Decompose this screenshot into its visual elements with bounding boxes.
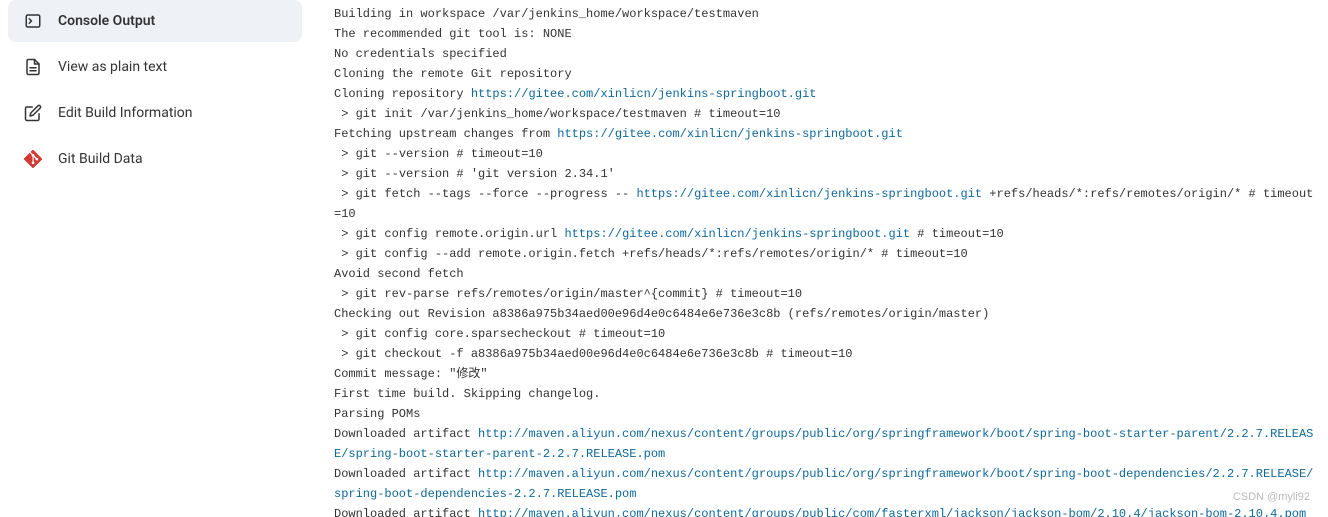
nav-git-build-data[interactable]: Git Build Data: [8, 138, 302, 180]
console-line: > git checkout -f a8386a975b34aed00e96d4…: [334, 344, 1320, 364]
console-line: First time build. Skipping changelog.: [334, 384, 1320, 404]
nav-edit-build-info[interactable]: Edit Build Information: [8, 92, 302, 134]
console-link[interactable]: http://maven.aliyun.com/nexus/content/gr…: [334, 427, 1313, 461]
console-line: > git --version # timeout=10: [334, 144, 1320, 164]
console-line: Avoid second fetch: [334, 264, 1320, 284]
console-line: Building in workspace /var/jenkins_home/…: [334, 4, 1320, 24]
console-line: > git config core.sparsecheckout # timeo…: [334, 324, 1320, 344]
main-content: Building in workspace /var/jenkins_home/…: [310, 0, 1328, 517]
console-line: Commit message: "修改": [334, 364, 1320, 384]
console-line: Downloaded artifact http://maven.aliyun.…: [334, 424, 1320, 464]
nav-label: Edit Build Information: [58, 105, 193, 121]
git-icon: [22, 148, 44, 170]
console-line: No credentials specified: [334, 44, 1320, 64]
console-link[interactable]: https://gitee.com/xinlicn/jenkins-spring…: [564, 227, 910, 241]
console-line: > git config remote.origin.url https://g…: [334, 224, 1320, 244]
nav-console-output[interactable]: Console Output: [8, 0, 302, 42]
console-line: Cloning repository https://gitee.com/xin…: [334, 84, 1320, 104]
console-line: Cloning the remote Git repository: [334, 64, 1320, 84]
console-output: Building in workspace /var/jenkins_home/…: [334, 4, 1320, 517]
terminal-icon: [22, 10, 44, 32]
console-line: The recommended git tool is: NONE: [334, 24, 1320, 44]
console-line: > git config --add remote.origin.fetch +…: [334, 244, 1320, 264]
console-link[interactable]: https://gitee.com/xinlicn/jenkins-spring…: [557, 127, 903, 141]
console-link[interactable]: https://gitee.com/xinlicn/jenkins-spring…: [636, 187, 982, 201]
nav-label: Git Build Data: [58, 151, 143, 167]
console-line: Fetching upstream changes from https://g…: [334, 124, 1320, 144]
console-link[interactable]: http://maven.aliyun.com/nexus/content/gr…: [478, 507, 1306, 517]
nav-label: Console Output: [58, 13, 155, 29]
console-line: Downloaded artifact http://maven.aliyun.…: [334, 464, 1320, 504]
console-link[interactable]: http://maven.aliyun.com/nexus/content/gr…: [334, 467, 1313, 501]
console-line: > git fetch --tags --force --progress --…: [334, 184, 1320, 224]
sidebar: Console Output View as plain text Edit B…: [0, 0, 310, 517]
nav-view-plain-text[interactable]: View as plain text: [8, 46, 302, 88]
console-line: Parsing POMs: [334, 404, 1320, 424]
console-link[interactable]: https://gitee.com/xinlicn/jenkins-spring…: [471, 87, 817, 101]
console-line: > git rev-parse refs/remotes/origin/mast…: [334, 284, 1320, 304]
document-icon: [22, 56, 44, 78]
edit-icon: [22, 102, 44, 124]
console-line: > git init /var/jenkins_home/workspace/t…: [334, 104, 1320, 124]
console-line: > git --version # 'git version 2.34.1': [334, 164, 1320, 184]
console-line: Checking out Revision a8386a975b34aed00e…: [334, 304, 1320, 324]
nav-label: View as plain text: [58, 59, 167, 75]
console-line: Downloaded artifact http://maven.aliyun.…: [334, 504, 1320, 517]
